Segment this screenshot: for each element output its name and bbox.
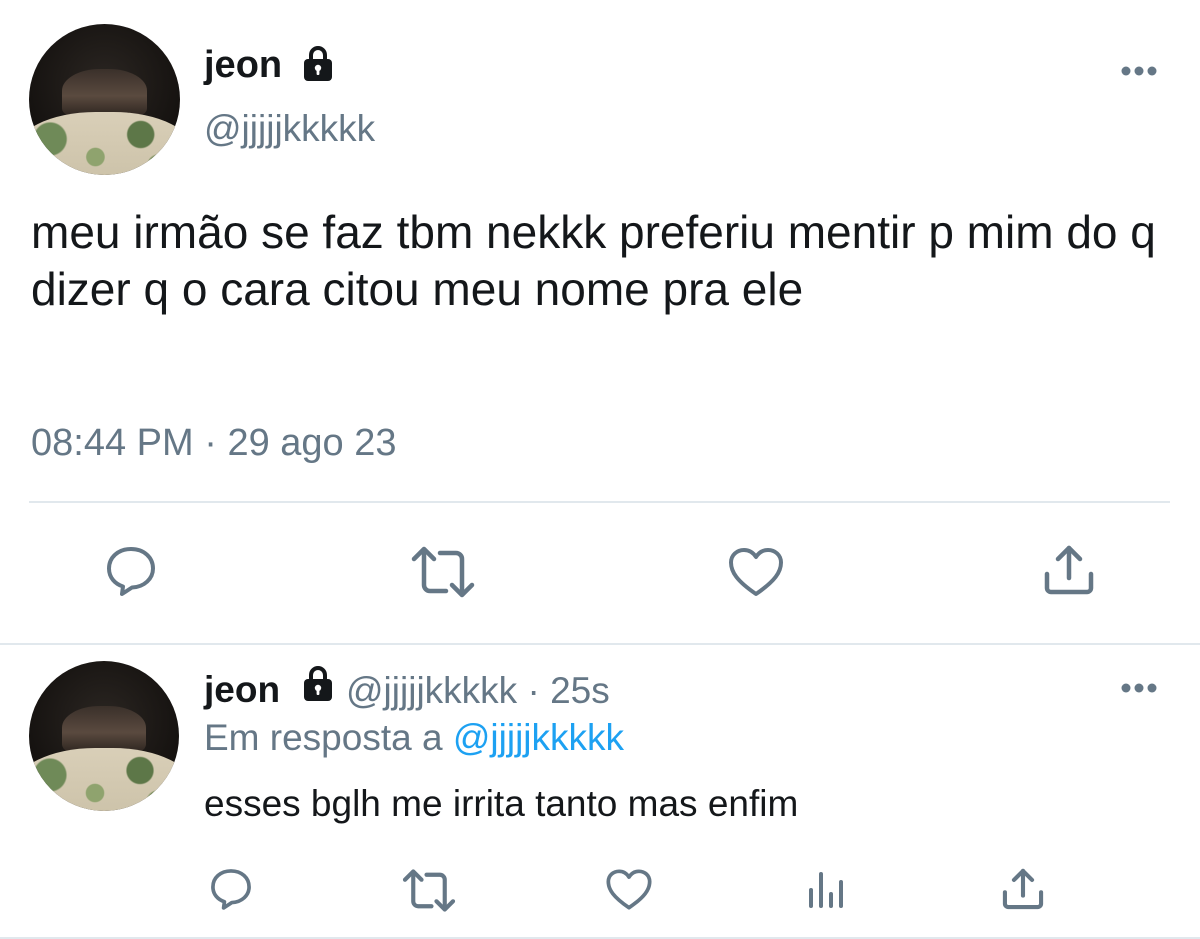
tweet-thread-page: jeon @jjjjjkkkkk meu irmão se faz tbm ne…	[0, 0, 1200, 939]
lock-icon	[298, 664, 338, 704]
tweet-text: esses bglh me irrita tanto mas enfim	[204, 783, 799, 824]
tweet-timestamp[interactable]: 08:44 PM · 29 ago 23	[31, 419, 397, 467]
replying-to-handle[interactable]: @jjjjjkkkkk	[453, 717, 624, 758]
avatar[interactable]	[29, 24, 180, 175]
more-options-icon[interactable]	[1118, 63, 1160, 79]
reply-icon[interactable]	[103, 543, 159, 599]
share-icon[interactable]	[1041, 542, 1097, 598]
avatar-pillow	[29, 111, 180, 175]
tweet-date: 29 ago 23	[227, 422, 397, 464]
user-handle[interactable]: @jjjjjkkkkk	[204, 106, 375, 152]
tweet-time[interactable]: 25s	[550, 670, 610, 711]
display-name[interactable]: jeon	[204, 41, 282, 89]
retweet-icon[interactable]	[400, 868, 458, 913]
meta-separator: ·	[204, 422, 217, 464]
divider	[29, 501, 1170, 503]
avatar-face	[62, 706, 146, 754]
like-icon[interactable]	[605, 868, 653, 911]
reply-icon[interactable]	[208, 866, 254, 912]
meta-separator: ·	[527, 670, 540, 711]
display-name[interactable]: jeon	[204, 667, 280, 713]
avatar-pillow	[29, 748, 179, 811]
more-options-icon[interactable]	[1118, 680, 1160, 696]
tweet-time: 08:44 PM	[31, 422, 194, 464]
replying-to: Em resposta a @jjjjjkkkkk	[204, 715, 624, 761]
user-handle[interactable]: @jjjjjkkkkk	[346, 670, 517, 711]
analytics-icon[interactable]	[806, 866, 848, 912]
reply-meta: @jjjjjkkkkk · 25s	[346, 668, 610, 714]
avatar[interactable]	[29, 661, 179, 811]
avatar-face	[62, 69, 147, 118]
like-icon[interactable]	[727, 546, 785, 598]
thread-separator	[0, 643, 1200, 645]
main-tweet: jeon @jjjjjkkkkk meu irmão se faz tbm ne…	[0, 0, 1200, 643]
replying-to-label: Em resposta a	[204, 717, 443, 758]
lock-icon	[298, 44, 338, 84]
tweet-text: meu irmão se faz tbm nekkk preferiu ment…	[31, 206, 1169, 315]
retweet-icon[interactable]	[408, 545, 478, 599]
share-icon[interactable]	[1000, 866, 1046, 912]
